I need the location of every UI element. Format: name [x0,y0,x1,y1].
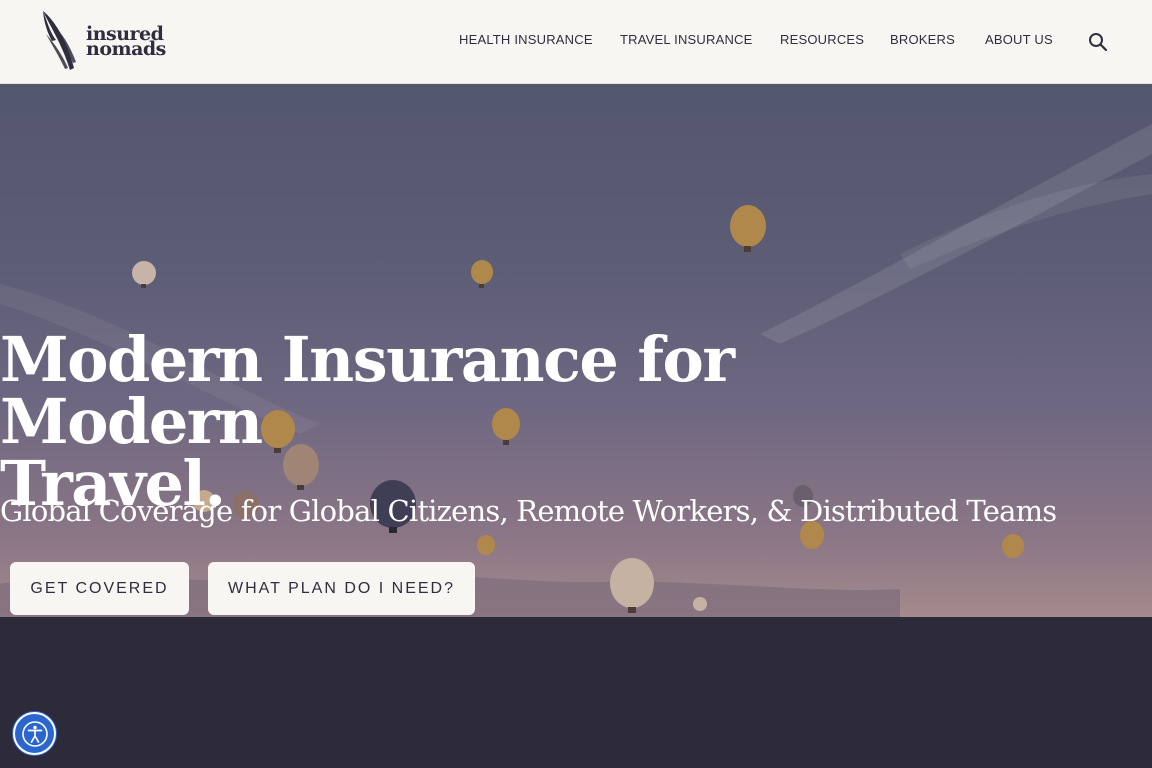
hero-headline-line-1: Modern Insurance for Modern [0,323,735,458]
hero-headline: Modern Insurance for Modern Travel. [0,329,820,515]
logo-wordmark: insured nomads [86,25,176,60]
accessibility-icon [21,720,48,747]
nav-health-insurance[interactable]: HEALTH INSURANCE [459,32,593,47]
site-header: insured nomads HEALTH INSURANCE TRAVEL I… [0,0,1152,84]
nav-about-us[interactable]: ABOUT US [985,32,1053,47]
what-plan-button[interactable]: WHAT PLAN DO I NEED? [208,562,475,615]
nav-brokers[interactable]: BROKERS [890,32,955,47]
hero-section: Modern Insurance for Modern Travel. Glob… [0,84,1152,617]
dark-content-section [0,617,1152,768]
nav-resources[interactable]: RESOURCES [780,32,864,47]
insured-nomads-logo[interactable]: insured nomads [40,10,175,72]
nav-travel-insurance[interactable]: TRAVEL INSURANCE [620,32,753,47]
accessibility-button[interactable] [13,712,56,755]
search-button[interactable] [1087,31,1109,53]
feather-logo-icon [43,11,76,70]
hero-subheadline: Global Coverage for Global Citizens, Rem… [0,494,1057,528]
get-covered-button[interactable]: GET COVERED [10,562,189,615]
logo-line-2: nomads [86,38,166,60]
search-icon [1089,33,1108,52]
